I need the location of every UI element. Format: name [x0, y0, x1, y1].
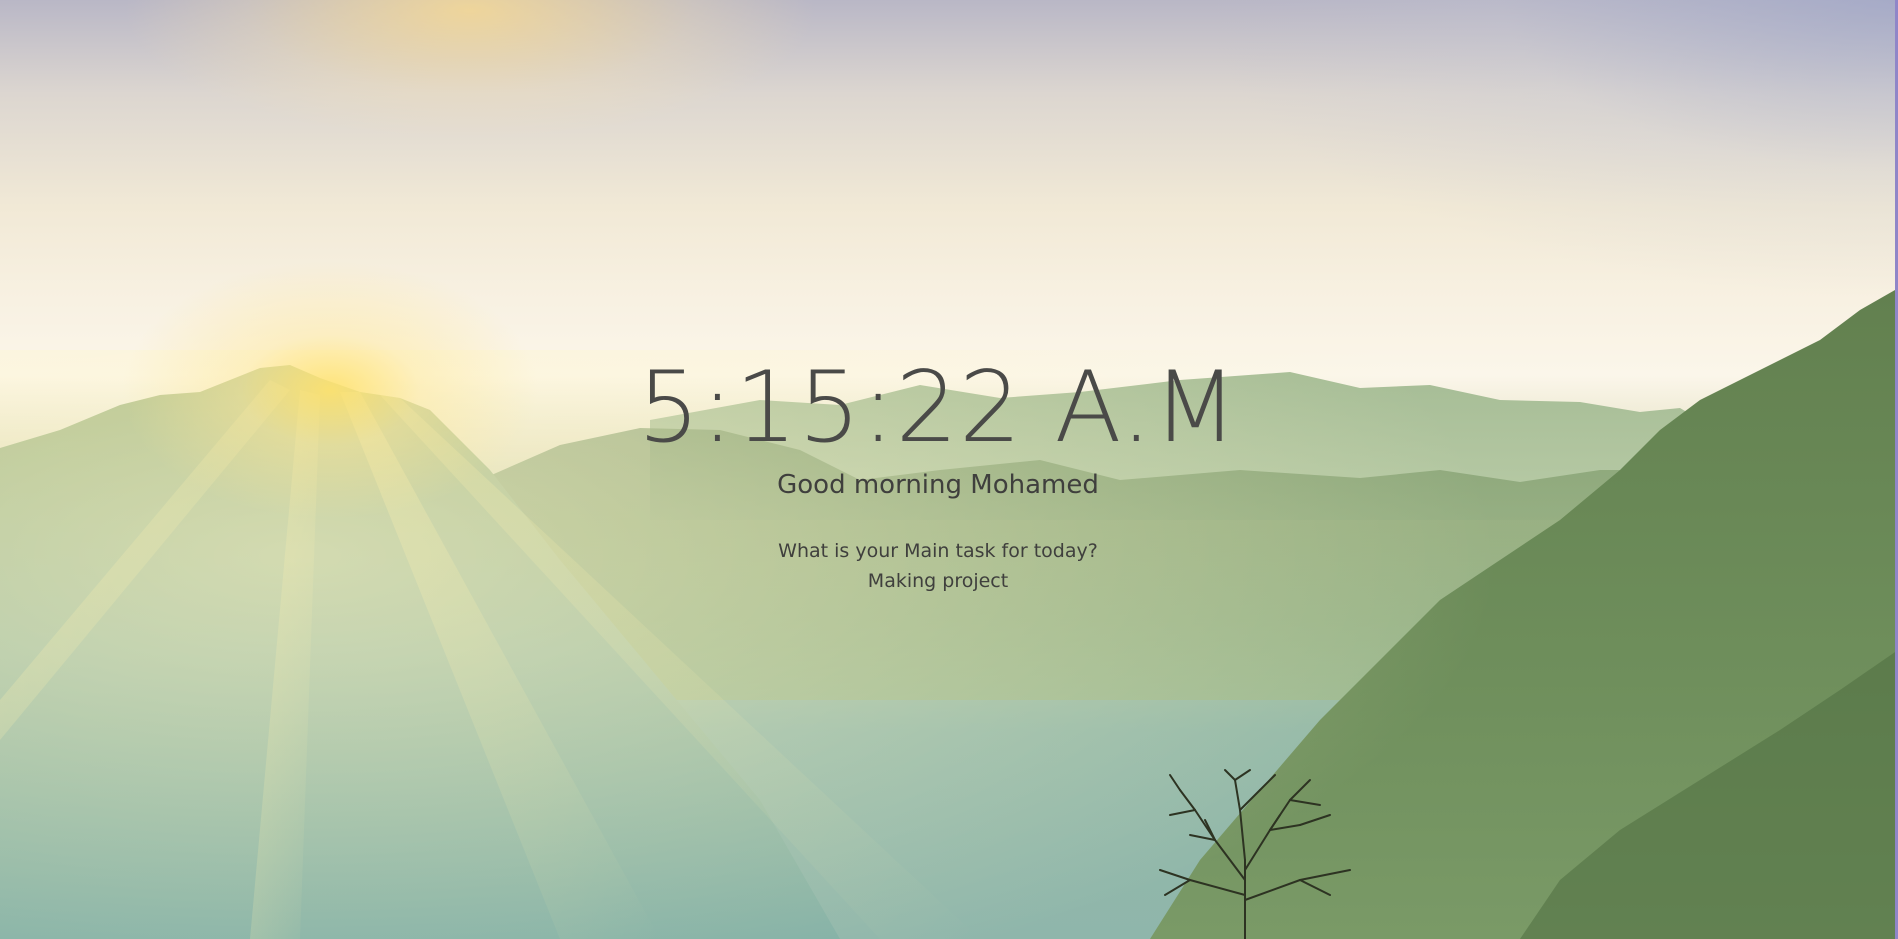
- dashboard-content: 5:15:22 A.M Good morning Mohamed What is…: [0, 0, 1898, 939]
- momentum-dashboard: 5:15:22 A.M Good morning Mohamed What is…: [0, 0, 1898, 939]
- greeting-text: Good morning Mohamed: [777, 470, 1099, 500]
- clock-time: 5:15:22 A.M: [637, 351, 1239, 465]
- main-task-question: What is your Main task for today?: [778, 540, 1098, 562]
- main-task-value[interactable]: Making project: [0, 568, 1876, 594]
